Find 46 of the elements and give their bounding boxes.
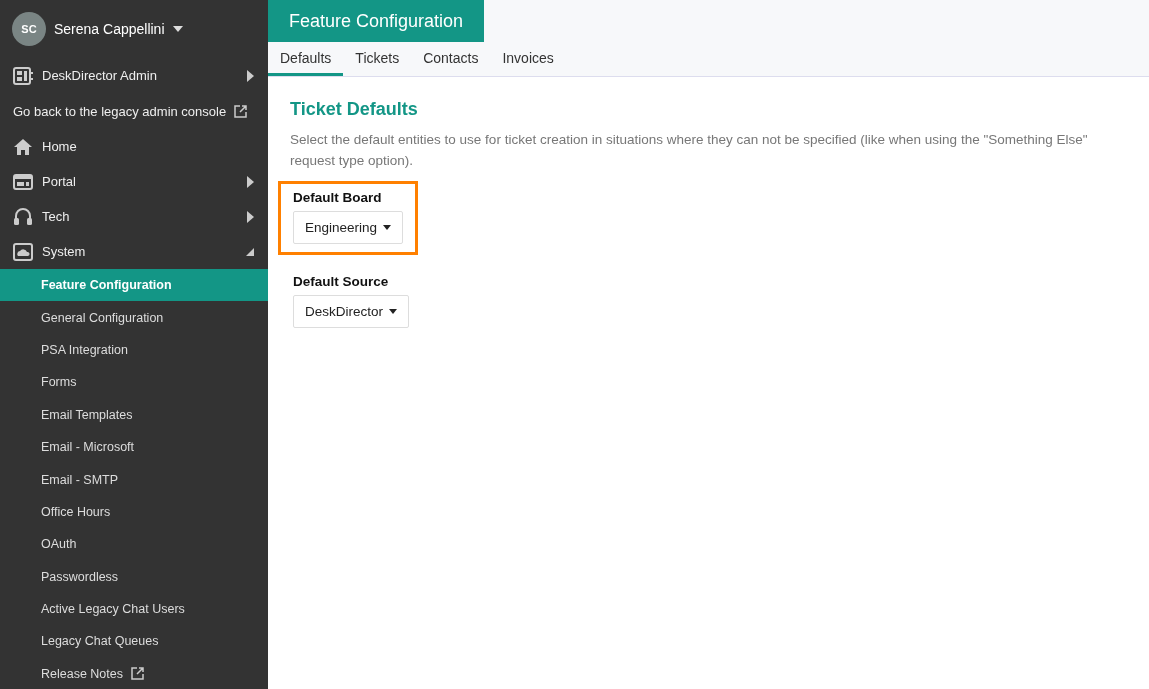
caret-icon[interactable] (172, 26, 183, 32)
collapse-arrow-icon[interactable] (246, 247, 254, 256)
sidebar-item[interactable]: Home (42, 139, 77, 154)
sidebar-subitem[interactable]: Forms (0, 366, 268, 399)
external-link-icon[interactable] (234, 104, 248, 118)
sidebar-item[interactable]: Tech (42, 209, 70, 224)
sidebar-subitem[interactable]: Feature Configuration (0, 269, 268, 302)
field-label: Default Source (293, 274, 390, 289)
window-icon (13, 172, 33, 191)
caret-icon (389, 309, 397, 314)
sidebar-subitem[interactable]: OAuth (0, 528, 268, 561)
sidebar-item[interactable]: Go back to the legacy admin console (13, 103, 227, 119)
section-description: Select the default entities to use for ticket creation in situations where they can not be specified (like when using the "Something Else" request type option). (290, 131, 1089, 170)
expand-arrow-icon[interactable] (247, 175, 254, 188)
dropdown[interactable]: Engineering (293, 211, 404, 244)
sidebar-subitem[interactable]: Email Templates (0, 398, 268, 431)
home-icon (13, 137, 33, 156)
tab[interactable]: Tickets (343, 42, 412, 76)
caret-icon (383, 225, 392, 230)
tab[interactable]: Contacts (411, 42, 491, 76)
external-link-icon (131, 667, 144, 681)
sidebar-item[interactable]: Portal (42, 174, 76, 189)
sidebar-subitem[interactable]: General Configuration (0, 301, 268, 334)
user-menu[interactable]: Serena Cappellini (54, 21, 165, 37)
sidebar-item[interactable]: System (42, 244, 86, 259)
field-label: Default Board (293, 190, 383, 205)
sidebar-subitem[interactable]: Email - SMTP (0, 463, 268, 496)
sidebar-subitem[interactable]: Legacy Chat Queues (0, 625, 268, 658)
dropdown[interactable]: DeskDirector (293, 295, 409, 328)
sidebar-subitem[interactable]: Active Legacy Chat Users (0, 592, 268, 626)
sidebar-item[interactable]: DeskDirector Admin (42, 68, 157, 83)
sidebar-subitem[interactable]: Email - Microsoft (0, 430, 268, 464)
page-title: Feature Configuration (268, 0, 485, 42)
sidebar-subitem[interactable]: PSA Integration (0, 333, 268, 367)
tab[interactable]: Invoices (490, 42, 566, 76)
tab[interactable]: Defaults (268, 42, 344, 76)
sidebar-subitem[interactable]: Office Hours (0, 495, 268, 529)
expand-arrow-icon[interactable] (247, 69, 254, 82)
expand-arrow-icon[interactable] (247, 210, 254, 223)
sidebar-subitem[interactable]: Release Notes (0, 657, 268, 689)
sidebar-subitem[interactable]: Passwordless (0, 560, 268, 593)
avatar[interactable]: SC (12, 12, 46, 46)
section-title: Ticket Defaults (290, 99, 419, 120)
cloud-screen-icon (13, 242, 33, 261)
headset-icon (13, 206, 33, 227)
dashboard-icon (13, 66, 33, 85)
